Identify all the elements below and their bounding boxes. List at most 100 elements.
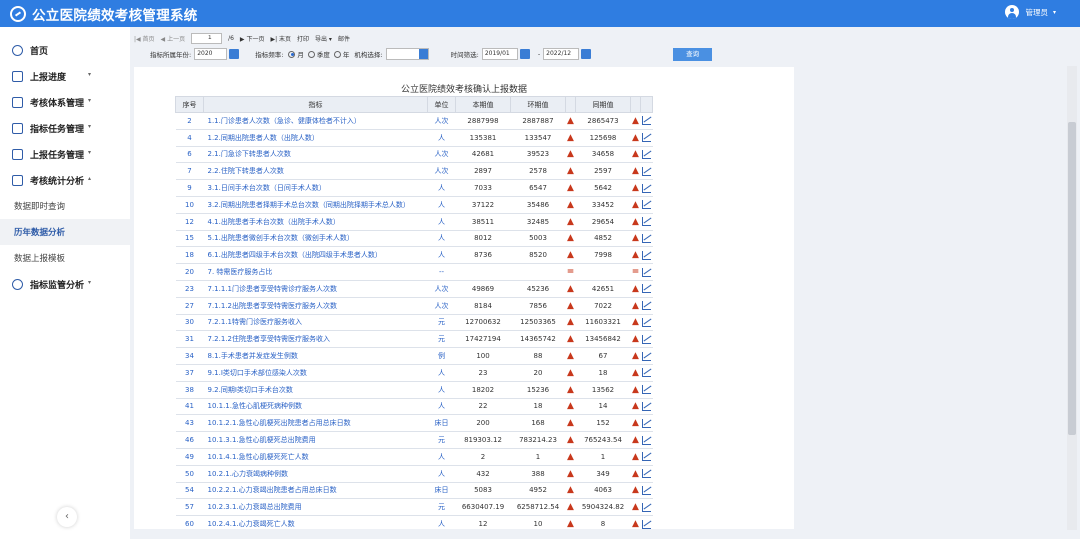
trend-chart-cell[interactable] [640,448,653,466]
frequency-month-radio[interactable] [288,50,296,58]
trend-chart-icon[interactable] [642,233,651,243]
sidebar-item-indicator-task[interactable]: 指标任务管理 ▾ [0,115,130,141]
trend-chart-cell[interactable] [640,246,653,265]
calendar-icon[interactable] [229,49,240,59]
indicator-name[interactable]: 7. 特需医疗服务占比 [203,263,428,281]
end-date-input[interactable]: 2022/12 [543,48,580,60]
trend-chart-icon[interactable] [642,452,651,462]
trend-chart-icon[interactable] [642,149,651,159]
indicator-name[interactable]: 10.1.4.1.急性心肌梗死死亡人数 [203,448,428,466]
mail-button[interactable]: 邮件 [338,34,350,43]
start-date-input[interactable]: 2019/01 [481,48,518,60]
indicator-name[interactable]: 6.1.出院患者四级手术台次数（出院四级手术患者人数） [203,246,428,265]
indicator-name[interactable]: 9.2.同期I类切口手术台次数 [203,381,428,399]
year-input[interactable]: 2020 [194,48,228,60]
trend-chart-cell[interactable] [640,162,653,181]
trend-chart-icon[interactable] [642,133,651,143]
trend-chart-icon[interactable] [642,519,651,529]
indicator-name[interactable]: 5.1.出院患者微创手术台次数（微创手术人数） [203,230,428,248]
calendar-icon[interactable] [581,49,592,59]
indicator-name[interactable]: 3.2.同期出院患者择期手术总台次数（同期出院择期手术总人数） [203,196,428,214]
trend-chart-cell[interactable] [640,398,653,416]
trend-chart-cell[interactable] [640,230,653,248]
sidebar-subitem-historical-analysis[interactable]: 历年数据分析 [0,219,130,245]
trend-chart-cell[interactable] [640,347,653,365]
indicator-name[interactable]: 8.1.手术患者并发症发生例数 [203,347,428,365]
indicator-name[interactable]: 10.2.4.1.心力衰竭死亡人数 [203,515,428,529]
trend-chart-cell[interactable] [640,498,653,517]
sidebar-item-supervision-analysis[interactable]: 指标监管分析 ▾ [0,271,130,297]
indicator-name[interactable]: 10.1.3.1.急性心肌梗死总出院费用 [203,431,428,449]
trend-chart-icon[interactable] [642,301,651,311]
indicator-name[interactable]: 7.2.1.2住院患者享受特需医疗服务收入 [203,330,428,349]
trend-chart-cell[interactable] [640,515,653,529]
trend-chart-icon[interactable] [642,200,651,210]
page-number-input[interactable] [191,32,223,44]
trend-chart-icon[interactable] [642,317,651,327]
trend-chart-icon[interactable] [642,485,651,495]
indicator-name[interactable]: 2.2.住院下转患者人次数 [203,162,428,181]
trend-chart-cell[interactable] [640,263,653,281]
indicator-name[interactable]: 7.2.1.1特需门诊医疗服务收入 [203,314,428,332]
indicator-name[interactable]: 9.1.I类切口手术部位感染人次数 [203,364,428,382]
trend-chart-cell[interactable] [640,112,653,130]
trend-chart-icon[interactable] [642,385,651,395]
sidebar-item-report-progress[interactable]: 上报进度 ▾ [0,63,130,89]
frequency-year-radio[interactable] [333,50,341,58]
trend-chart-cell[interactable] [640,280,653,298]
first-page-button[interactable]: |◀ 首页 [134,34,155,43]
indicator-name[interactable]: 10.2.2.1.心力衰竭出院患者占用总床日数 [203,482,428,500]
trend-chart-cell[interactable] [640,129,653,147]
indicator-name[interactable]: 2.1.门急诊下转患者人次数 [203,146,428,164]
trend-chart-cell[interactable] [640,213,653,231]
trend-chart-icon[interactable] [642,217,651,227]
user-menu[interactable]: 管理员 ▾ [1005,5,1056,19]
trend-chart-cell[interactable] [640,482,653,500]
trend-chart-icon[interactable] [642,418,651,428]
last-page-button[interactable]: ▶| 末页 [270,34,291,43]
trend-chart-icon[interactable] [642,469,651,479]
trend-chart-icon[interactable] [642,502,651,512]
sidebar-item-assessment-system[interactable]: 考核体系管理 ▾ [0,89,130,115]
trend-chart-icon[interactable] [642,116,651,126]
prev-page-button[interactable]: ◀ 上一页 [161,34,186,43]
indicator-name[interactable]: 4.1.出院患者手术台次数（出院手术人数） [203,213,428,231]
export-button[interactable]: 导出 ▾ [315,34,332,43]
trend-chart-icon[interactable] [642,183,651,193]
sidebar-subitem-report-template[interactable]: 数据上报模板 [0,245,130,271]
indicator-name[interactable]: 7.1.1.2出院患者享受特需医疗服务人次数 [203,297,428,315]
trend-chart-icon[interactable] [642,368,651,378]
trend-chart-cell[interactable] [640,297,653,315]
print-button[interactable]: 打印 [297,34,309,43]
indicator-name[interactable]: 1.1.门诊患者人次数（急诊、健康体检者不计入） [203,112,428,130]
trend-chart-cell[interactable] [640,330,653,349]
trend-chart-icon[interactable] [642,267,651,277]
trend-chart-cell[interactable] [640,431,653,449]
trend-chart-cell[interactable] [640,381,653,399]
indicator-name[interactable]: 10.2.3.1.心力衰竭总出院费用 [203,498,428,517]
trend-chart-icon[interactable] [642,250,651,260]
scrollbar-thumb[interactable] [1068,122,1076,435]
sidebar-item-statistics-analysis[interactable]: 考核统计分析 ▴ [0,167,130,193]
trend-chart-icon[interactable] [642,435,651,445]
trend-chart-icon[interactable] [642,166,651,176]
trend-chart-cell[interactable] [640,465,653,483]
trend-chart-icon[interactable] [642,401,651,411]
trend-chart-cell[interactable] [640,414,653,433]
organization-select[interactable] [385,48,429,60]
trend-chart-cell[interactable] [640,196,653,214]
trend-chart-icon[interactable] [642,351,651,361]
indicator-name[interactable]: 10.1.1.急性心肌梗死病种例数 [203,398,428,416]
sidebar-subitem-realtime-query[interactable]: 数据即时查询 [0,193,130,219]
indicator-name[interactable]: 1.2.同期出院患者人数（出院人数） [203,129,428,147]
trend-chart-icon[interactable] [642,284,651,294]
calendar-icon[interactable] [519,49,530,59]
collapse-sidebar-button[interactable]: ‹ [57,507,77,527]
next-page-button[interactable]: ▶ 下一页 [240,34,265,43]
indicator-name[interactable]: 7.1.1.1门诊患者享受特需诊疗服务人次数 [203,280,428,298]
sidebar-item-report-task[interactable]: 上报任务管理 ▾ [0,141,130,167]
trend-chart-cell[interactable] [640,314,653,332]
trend-chart-cell[interactable] [640,179,653,197]
indicator-name[interactable]: 3.1.日间手术台次数（日间手术人数） [203,179,428,197]
frequency-quarter-radio[interactable] [307,50,315,58]
